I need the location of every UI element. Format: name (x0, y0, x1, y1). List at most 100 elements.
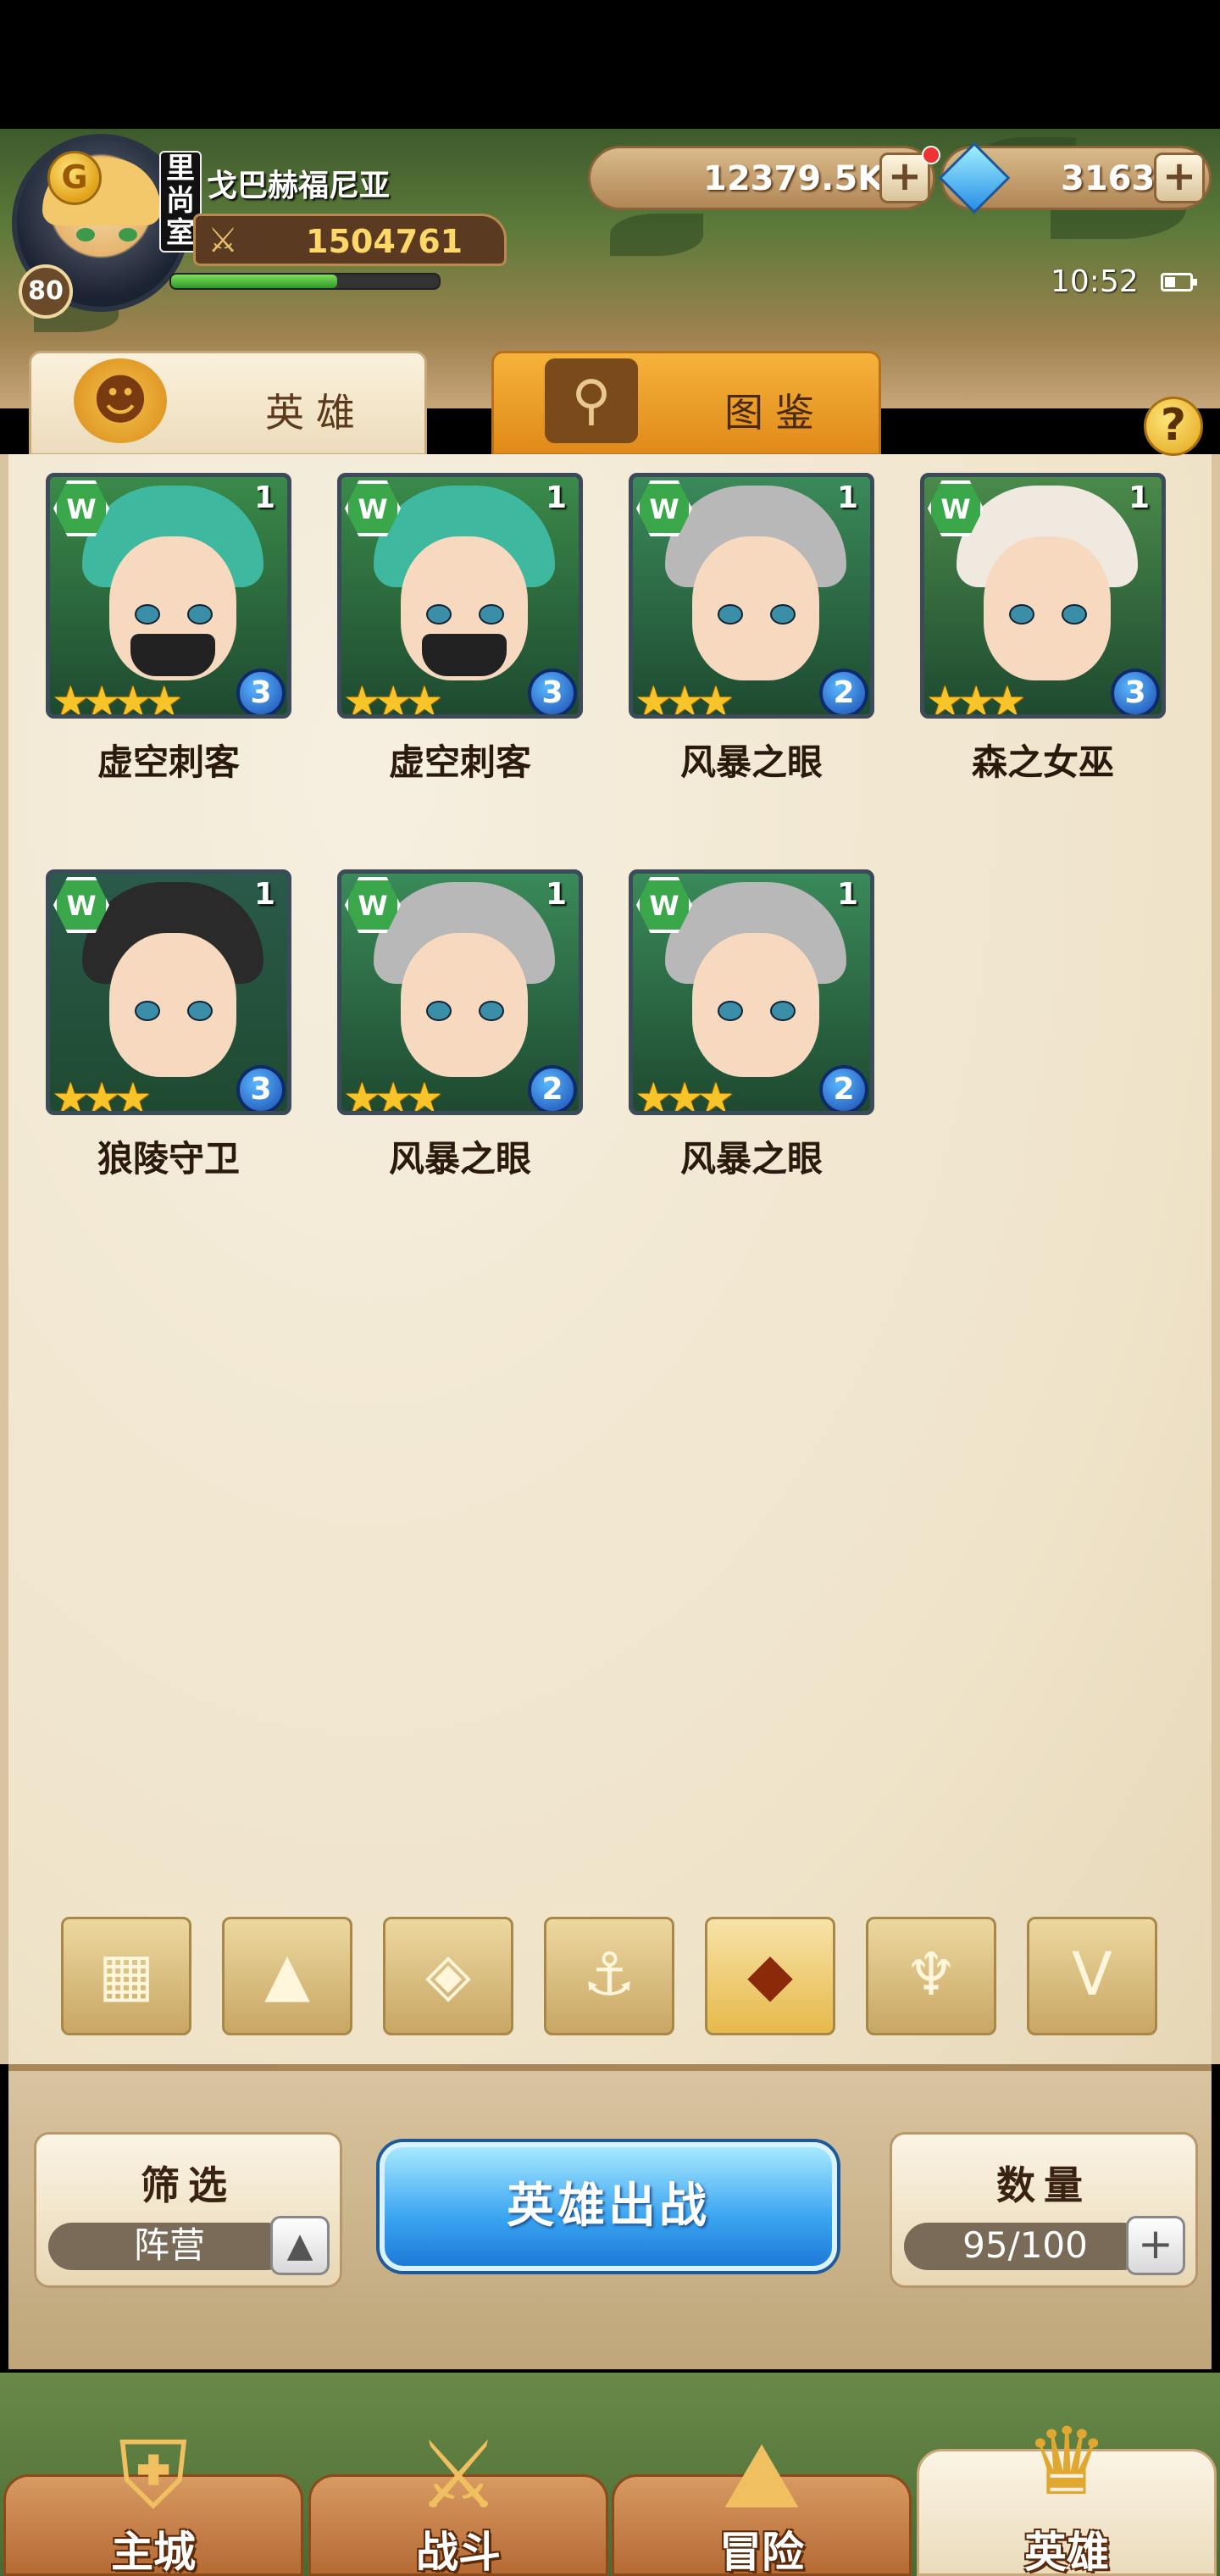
combat-power-value: 1504761 (306, 223, 463, 260)
hero-eye (426, 1001, 452, 1021)
filter-horns[interactable]: ♆ (866, 1917, 996, 2035)
hero-grade: 3 (528, 669, 577, 714)
helmet-icon: ☻ (74, 358, 167, 443)
gold-amount: 12379.5K (703, 159, 884, 198)
hero-eye (1009, 604, 1034, 625)
hero-eye (718, 604, 743, 625)
expand-capacity-button[interactable]: + (1126, 2216, 1185, 2275)
hero-eye (479, 604, 504, 625)
nav-label: 战斗 (416, 2528, 501, 2576)
hero-portrait: W 1 ★★★ 3 (337, 473, 583, 719)
hero-card[interactable]: W 1 ★★★ 3 虚空刺客 (337, 473, 583, 795)
hero-name: 虚空刺客 (97, 741, 240, 783)
hero-card[interactable]: W 1 ★★★ 3 狼陵守卫 (46, 869, 291, 1191)
crossed-swords-icon: ⚔ (208, 221, 238, 260)
wings-icon: V (1072, 1940, 1112, 2009)
star-rating: ★★★ (52, 1074, 152, 1115)
hero-portrait: W 1 ★★★ 2 (629, 473, 874, 719)
hero-count: 1 (545, 877, 567, 912)
hero-card[interactable]: W 1 ★★★★ 3 虚空刺客 (46, 473, 291, 795)
hero-mask (422, 634, 507, 676)
star-rating: ★★★ (343, 677, 444, 719)
help-button[interactable]: ? (1144, 397, 1203, 456)
nav-label: 英雄 (1024, 2528, 1109, 2576)
filter-mountain[interactable]: ▲ (222, 1917, 352, 2035)
star-rating: ★★★★ (52, 677, 183, 719)
gem-amount: 3163 (1061, 159, 1156, 198)
hero-count: 1 (253, 877, 275, 912)
hero-face (109, 933, 236, 1077)
hero-eye (770, 1001, 796, 1021)
deploy-heroes-button[interactable]: 英雄出战 (380, 2142, 837, 2271)
hero-name: 虚空刺客 (388, 741, 531, 783)
clock: 10:52 (1051, 264, 1139, 299)
hero-portrait: W 1 ★★★★ 3 (46, 473, 291, 719)
hero-eye (1062, 604, 1087, 625)
player-level: 80 (19, 264, 73, 319)
nav-label: 冒险 (719, 2528, 804, 2576)
diamond-icon: ◈ (425, 1940, 471, 2009)
star-rating: ★★★ (635, 677, 735, 719)
filter-diamond[interactable]: ◈ (383, 1917, 513, 2035)
notification-dot (922, 146, 940, 164)
hero-card[interactable]: W 1 ★★★ 2 风暴之眼 (629, 869, 874, 1191)
gold-coin-icon: G (47, 151, 102, 205)
hero-mask (130, 634, 215, 676)
hero-grade: 2 (528, 1065, 577, 1111)
filter-box: 筛选 阵营 ▲ (34, 2132, 342, 2288)
hero-count-value: 95/100 (904, 2223, 1146, 2270)
hero-face (692, 536, 819, 680)
hero-eye (135, 604, 160, 625)
hero-portrait: W 1 ★★★ 3 (920, 473, 1166, 719)
hero-grade: 2 (819, 1065, 868, 1111)
hero-face (984, 536, 1111, 680)
hero-eye (479, 1001, 504, 1021)
hero-eye (187, 1001, 213, 1021)
hero-count: 1 (836, 877, 858, 912)
filter-title: 筛选 (141, 2162, 236, 2208)
filter-value[interactable]: 阵营 (48, 2223, 291, 2270)
hero-name: 风暴之眼 (679, 741, 823, 783)
hero-card[interactable]: W 1 ★★★ 2 风暴之眼 (337, 869, 583, 1191)
hero-name: 风暴之眼 (388, 1138, 531, 1180)
hero-portrait: W 1 ★★★ 3 (46, 869, 291, 1115)
filter-anchor[interactable]: ⚓ (544, 1917, 674, 2035)
tab-heroes[interactable]: ☻ 英雄 (29, 351, 427, 456)
hero-grade: 3 (1111, 669, 1160, 714)
grid-icon: ▦ (97, 1940, 155, 2009)
anchor-icon: ⚓ (582, 1940, 636, 2009)
hero-eye (187, 604, 213, 625)
tab-codex-label: 图鉴 (724, 390, 826, 436)
hero-grade: 2 (819, 669, 868, 714)
star-rating: ★★★ (926, 677, 1027, 719)
tab-codex[interactable]: ⚲ 图鉴 (491, 351, 881, 456)
filter-beast[interactable]: ◆ (705, 1917, 835, 2035)
tab-heroes-label: 英雄 (265, 390, 367, 436)
hero-card[interactable]: W 1 ★★★ 3 森之女巫 (920, 473, 1166, 795)
star-rating: ★★★ (343, 1074, 444, 1115)
hero-name: 风暴之眼 (679, 1138, 823, 1180)
hero-name: 狼陵守卫 (97, 1138, 240, 1180)
game-screen: 里尚室 80 戈巴赫福尼亚 ⚔ 1504761 G 12379.5K + 316… (0, 0, 1220, 2576)
filter-grid[interactable]: ▦ (61, 1917, 191, 2035)
hero-eye (718, 1001, 743, 1021)
count-title: 数量 (996, 2162, 1091, 2208)
chevron-up-icon[interactable]: ▲ (270, 2216, 330, 2275)
filter-wings[interactable]: V (1027, 1917, 1157, 2035)
count-box: 数量 95/100 + (890, 2132, 1198, 2288)
hero-count: 1 (836, 480, 858, 515)
hero-count: 1 (1128, 480, 1150, 515)
hero-portrait: W 1 ★★★ 2 (337, 869, 583, 1115)
battery-icon (1161, 273, 1197, 291)
add-gems-button[interactable]: + (1154, 153, 1205, 203)
hero-helmet-icon: ♛ (1024, 2407, 1109, 2516)
beast-icon: ◆ (747, 1940, 793, 2009)
horns-icon: ♆ (904, 1940, 958, 2009)
hero-eye (770, 604, 796, 625)
hero-grade: 3 (236, 1065, 286, 1111)
hero-face (401, 933, 528, 1077)
nav-label: 主城 (111, 2528, 196, 2576)
mountain-icon: ▲ (264, 1940, 310, 2009)
hero-card[interactable]: W 1 ★★★ 2 风暴之眼 (629, 473, 874, 795)
hero-eye (426, 604, 452, 625)
